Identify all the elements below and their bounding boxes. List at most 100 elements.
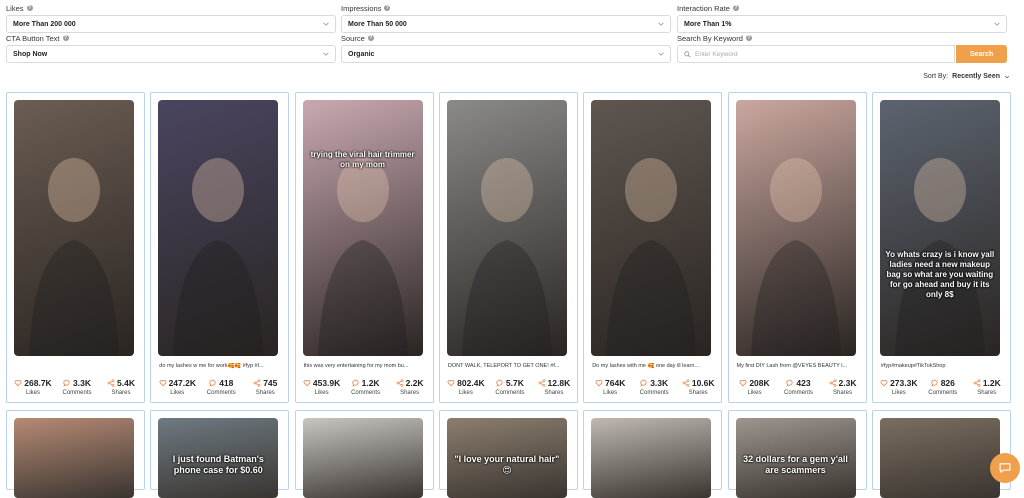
shares-count: 2.2K <box>405 378 424 388</box>
chevron-down-icon <box>323 52 329 56</box>
likes-label: Likes <box>603 390 618 396</box>
video-thumbnail[interactable]: I just found Batman's phone case for $0.… <box>158 418 279 498</box>
ad-card[interactable] <box>6 410 145 498</box>
comments-stat: 423 Comments <box>779 378 819 396</box>
video-thumbnail[interactable]: 32 dollars for a gem y'all are scammers <box>735 418 856 498</box>
source-select[interactable]: Organic <box>341 45 671 63</box>
video-thumbnail[interactable] <box>302 418 423 498</box>
likes-count: 208K <box>749 378 770 388</box>
ad-card[interactable] <box>583 410 723 498</box>
cta-select[interactable]: Shop Now <box>6 45 336 63</box>
ad-caption: Do my lashes with me 🥰 one day ill learn… <box>592 363 699 369</box>
video-thumbnail[interactable]: trying the viral hair trimmer on my mom <box>302 100 423 356</box>
video-overlay-text: I just found Batman's phone case for $0.… <box>172 454 264 476</box>
keyword-placeholder: Enter Keyword <box>695 50 738 58</box>
ad-card[interactable]: 268.7K Likes 3.3K Comments 5.4K Shares <box>6 92 145 403</box>
video-thumbnail[interactable] <box>735 100 856 356</box>
comments-label: Comments <box>351 390 381 396</box>
person-silhouette <box>173 158 264 356</box>
ad-caption: this was very entertaining for my mom bu… <box>303 363 409 369</box>
likes-stat: 453.9K Likes <box>302 378 342 396</box>
chevron-down-icon <box>658 22 664 26</box>
ad-caption: do my lashes w me for work🥰🥰 #fyp #l... <box>159 363 264 369</box>
video-thumbnail[interactable]: "I love your natural hair" 😍 <box>446 418 567 498</box>
ad-stats: 268.7K Likes 3.3K Comments 5.4K Shares <box>13 378 141 396</box>
ad-card[interactable]: "I love your natural hair" 😍 <box>438 410 578 498</box>
share-icon <box>107 379 115 387</box>
person-silhouette <box>29 158 119 356</box>
likes-label: Likes <box>314 390 329 396</box>
ad-card[interactable]: My first DIY Lash from @VEYES BEAUTY l..… <box>727 92 867 403</box>
likes-select[interactable]: More Than 200 000 <box>6 15 336 33</box>
shares-stat: 10.6K Shares <box>678 378 718 396</box>
video-thumbnail[interactable] <box>446 100 567 356</box>
ad-card[interactable]: Do my lashes with me 🥰 one day ill learn… <box>583 92 723 403</box>
chat-button[interactable] <box>990 453 1020 483</box>
ad-card[interactable] <box>294 410 434 498</box>
likes-count: 273.3K <box>890 378 918 388</box>
comment-icon <box>786 379 793 387</box>
likes-count: 453.9K <box>312 378 341 388</box>
likes-stat: 273.3K Likes <box>879 378 919 396</box>
impressions-select[interactable]: More Than 50 000 <box>341 15 671 33</box>
impressions-filter-label: Impressions <box>341 3 382 13</box>
help-icon[interactable]: ? <box>384 5 391 11</box>
video-thumbnail[interactable] <box>158 100 279 356</box>
help-icon[interactable]: ? <box>62 35 69 41</box>
source-filter-label: Source <box>341 33 365 43</box>
ad-stats: 208K Likes 423 Comments 2.3K Shares <box>735 378 863 396</box>
comments-count: 3.3K <box>650 378 669 388</box>
ad-caption: My first DIY Lash from @VEYES BEAUTY l..… <box>736 363 848 369</box>
shares-count: 745 <box>263 378 278 388</box>
likes-select-value: More Than 200 000 <box>13 20 76 28</box>
video-thumbnail[interactable] <box>14 418 134 498</box>
comments-stat: 418 Comments <box>201 378 241 396</box>
video-overlay-text: 32 dollars for a gem y'all are scammers <box>743 454 848 476</box>
ad-card[interactable]: 32 dollars for a gem y'all are scammers <box>727 410 867 498</box>
shares-label: Shares <box>400 390 420 396</box>
ad-card[interactable]: I just found Batman's phone case for $0.… <box>150 410 290 498</box>
ad-card[interactable]: trying the viral hair trimmer on my mom t… <box>294 92 434 403</box>
shares-count: 12.8K <box>547 378 571 388</box>
keyword-input[interactable]: Enter Keyword <box>677 45 955 63</box>
video-thumbnail[interactable] <box>14 100 134 356</box>
comments-label: Comments <box>928 390 958 396</box>
heart-icon <box>159 380 167 387</box>
comments-count: 418 <box>219 378 234 388</box>
sort-control[interactable]: Sort By: Recently Seen <box>923 73 1010 80</box>
video-thumbnail[interactable]: Yo whats crazy is i know yall ladies nee… <box>879 100 1000 356</box>
likes-filter: Likes? More Than 200 000 <box>6 2 336 33</box>
video-thumbnail[interactable] <box>591 418 712 498</box>
ad-card[interactable] <box>871 410 1011 498</box>
ad-card[interactable]: DONT WALK, TELEPORT TO GET ONE! #f... 802… <box>438 92 578 403</box>
share-icon <box>973 379 981 387</box>
comment-icon <box>209 379 216 387</box>
comments-label: Comments <box>62 390 92 396</box>
ad-stats: 247.2K Likes 418 Comments 745 Shares <box>157 378 285 396</box>
help-icon[interactable]: ? <box>745 35 752 41</box>
shares-stat: 12.8K Shares <box>534 378 574 396</box>
shares-count: 2.3K <box>838 378 857 388</box>
help-icon[interactable]: ? <box>26 5 33 11</box>
ad-card[interactable]: Yo whats crazy is i know yall ladies nee… <box>871 92 1011 403</box>
sort-value: Recently Seen <box>952 73 1000 80</box>
interaction-rate-label: Interaction Rate <box>677 3 730 13</box>
likes-label: Likes <box>170 390 185 396</box>
likes-stat: 764K Likes <box>590 378 630 396</box>
comments-label: Comments <box>206 390 236 396</box>
ad-card[interactable]: do my lashes w me for work🥰🥰 #fyp #l... 2… <box>150 92 290 403</box>
heart-icon <box>739 380 747 387</box>
search-button[interactable]: Search <box>956 45 1007 63</box>
shares-stat: 2.3K Shares <box>823 378 863 396</box>
cta-filter-label: CTA Button Text <box>6 33 60 43</box>
shares-label: Shares <box>111 390 131 396</box>
shares-label: Shares <box>977 390 997 396</box>
likes-label: Likes <box>458 390 473 396</box>
source-filter: Source? Organic <box>341 32 671 63</box>
interaction-rate-select[interactable]: More Than 1% <box>677 15 1007 33</box>
video-thumbnail[interactable] <box>591 100 712 356</box>
person-silhouette <box>606 158 697 356</box>
help-icon[interactable]: ? <box>367 35 374 41</box>
help-icon[interactable]: ? <box>732 5 739 11</box>
video-thumbnail[interactable] <box>879 418 1000 498</box>
